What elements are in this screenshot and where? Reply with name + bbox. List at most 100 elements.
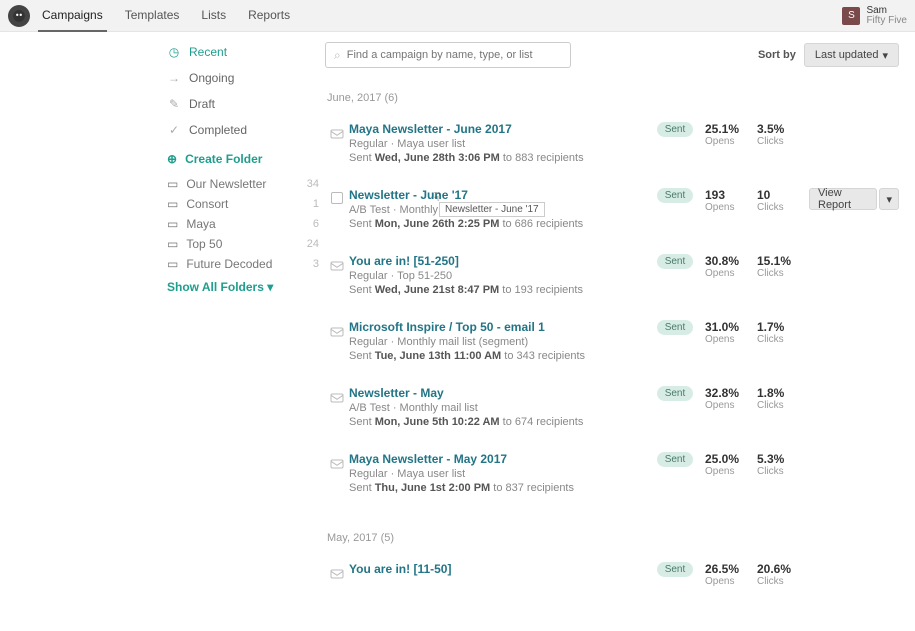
arrow-right-icon: → bbox=[167, 71, 181, 85]
folder-icon: ▭ bbox=[167, 197, 178, 211]
check-icon: ✓ bbox=[167, 123, 181, 137]
nav-reports[interactable]: Reports bbox=[244, 0, 294, 32]
user-menu[interactable]: S Sam Fifty Five bbox=[842, 6, 907, 26]
folder-maya[interactable]: ▭ Maya 6 bbox=[167, 214, 325, 234]
folder-count: 34 bbox=[307, 178, 325, 190]
filter-completed[interactable]: ✓ Completed bbox=[167, 120, 325, 140]
opens-label: Opens bbox=[705, 576, 757, 587]
campaign-title[interactable]: You are in! [11-50] bbox=[349, 562, 645, 576]
envelope-icon bbox=[329, 390, 345, 409]
campaign-title[interactable]: Microsoft Inspire / Top 50 - email 1 bbox=[349, 320, 645, 334]
sort-dropdown[interactable]: Last updated ▾ bbox=[804, 43, 899, 67]
section-label-may: May, 2017 (5) bbox=[327, 532, 899, 544]
search-container: ⌕ bbox=[325, 42, 571, 68]
search-icon: ⌕ bbox=[334, 48, 341, 63]
campaign-row: Microsoft Inspire / Top 50 - email 1Regu… bbox=[325, 310, 899, 376]
folder-count: 1 bbox=[313, 198, 325, 210]
chevron-down-icon: ▾ bbox=[267, 280, 273, 294]
clicks-value: 3.5% bbox=[757, 122, 809, 136]
view-report-button[interactable]: View Report bbox=[809, 188, 877, 210]
clicks-label: Clicks bbox=[757, 136, 809, 147]
clicks-value: 10 bbox=[757, 188, 809, 202]
nav-campaigns[interactable]: Campaigns bbox=[38, 0, 107, 32]
clicks-value: 1.8% bbox=[757, 386, 809, 400]
section-label-june: June, 2017 (6) bbox=[327, 92, 899, 104]
opens-value: 25.1% bbox=[705, 122, 757, 136]
status-badge: Sent bbox=[657, 452, 694, 467]
status-badge: Sent bbox=[657, 320, 694, 335]
folder-top50[interactable]: ▭ Top 50 24 bbox=[167, 234, 325, 254]
opens-value: 25.0% bbox=[705, 452, 757, 466]
filter-label: Ongoing bbox=[189, 71, 234, 85]
folder-count: 24 bbox=[307, 238, 325, 250]
row-checkbox[interactable] bbox=[331, 192, 343, 204]
opens-value: 32.8% bbox=[705, 386, 757, 400]
status-badge: Sent bbox=[657, 122, 694, 137]
folder-label: Future Decoded bbox=[186, 257, 272, 271]
create-folder-button[interactable]: ⊕ Create Folder bbox=[167, 152, 325, 166]
opens-value: 26.5% bbox=[705, 562, 757, 576]
clicks-label: Clicks bbox=[757, 576, 809, 587]
campaign-meta: Regular · Maya user list bbox=[349, 138, 645, 150]
filter-label: Recent bbox=[189, 45, 227, 59]
campaign-row: Newsletter - MayA/B Test · Monthly mail … bbox=[325, 376, 899, 442]
app-logo[interactable] bbox=[8, 5, 30, 27]
campaign-row: Newsletter - June '17A/B Test · Monthly … bbox=[325, 178, 899, 244]
clicks-label: Clicks bbox=[757, 202, 809, 213]
envelope-icon bbox=[329, 456, 345, 475]
envelope-icon bbox=[329, 566, 345, 585]
hover-tooltip: Newsletter - June '17 bbox=[439, 202, 545, 217]
monkey-icon bbox=[12, 9, 26, 23]
filter-recent[interactable]: ◷ Recent bbox=[167, 42, 325, 62]
clicks-value: 5.3% bbox=[757, 452, 809, 466]
nav-templates[interactable]: Templates bbox=[121, 0, 184, 32]
nav-lists[interactable]: Lists bbox=[197, 0, 230, 32]
folder-our-newsletter[interactable]: ▭ Our Newsletter 34 bbox=[167, 174, 325, 194]
campaign-title[interactable]: You are in! [51-250] bbox=[349, 254, 645, 268]
envelope-icon bbox=[329, 258, 345, 277]
campaign-title[interactable]: Newsletter - May bbox=[349, 386, 645, 400]
folder-icon: ▭ bbox=[167, 237, 178, 251]
clicks-value: 1.7% bbox=[757, 320, 809, 334]
folder-icon: ▭ bbox=[167, 257, 178, 271]
show-all-label: Show All Folders bbox=[167, 280, 264, 294]
clicks-label: Clicks bbox=[757, 400, 809, 411]
folder-consort[interactable]: ▭ Consort 1 bbox=[167, 194, 325, 214]
campaign-sent-line: Sent Thu, June 1st 2:00 PM to 837 recipi… bbox=[349, 482, 645, 494]
campaign-sent-line: Sent Tue, June 13th 11:00 AM to 343 reci… bbox=[349, 350, 645, 362]
status-badge: Sent bbox=[657, 562, 694, 577]
pencil-icon: ✎ bbox=[167, 97, 181, 111]
campaign-row: Maya Newsletter - May 2017Regular · Maya… bbox=[325, 442, 899, 508]
main-nav: Campaigns Templates Lists Reports bbox=[38, 0, 294, 32]
status-badge: Sent bbox=[657, 188, 694, 203]
folder-label: Consort bbox=[186, 197, 228, 211]
status-badge: Sent bbox=[657, 386, 694, 401]
campaign-sent-line: Sent Wed, June 28th 3:06 PM to 883 recip… bbox=[349, 152, 645, 164]
filter-label: Draft bbox=[189, 97, 215, 111]
folder-icon: ▭ bbox=[167, 177, 178, 191]
row-actions-dropdown[interactable]: ▾ bbox=[879, 188, 899, 210]
status-badge: Sent bbox=[657, 254, 694, 269]
filter-ongoing[interactable]: → Ongoing bbox=[167, 68, 325, 88]
campaign-title[interactable]: Maya Newsletter - May 2017 bbox=[349, 452, 645, 466]
clock-icon: ◷ bbox=[167, 45, 181, 59]
folder-future-decoded[interactable]: ▭ Future Decoded 3 bbox=[167, 254, 325, 274]
campaign-title[interactable]: Newsletter - June '17 bbox=[349, 188, 645, 202]
opens-label: Opens bbox=[705, 136, 757, 147]
opens-label: Opens bbox=[705, 268, 757, 279]
folder-count: 6 bbox=[313, 218, 325, 230]
folder-count: 3 bbox=[313, 258, 325, 270]
search-input[interactable] bbox=[347, 49, 562, 61]
opens-label: Opens bbox=[705, 202, 757, 213]
topbar: Campaigns Templates Lists Reports S Sam … bbox=[0, 0, 915, 32]
user-meta: Sam Fifty Five bbox=[866, 6, 907, 26]
campaign-row: You are in! [11-50]Sent26.5%Opens20.6%Cl… bbox=[325, 552, 899, 601]
campaign-meta: Regular · Top 51-250 bbox=[349, 270, 645, 282]
campaign-title[interactable]: Maya Newsletter - June 2017 bbox=[349, 122, 645, 136]
opens-label: Opens bbox=[705, 400, 757, 411]
filter-draft[interactable]: ✎ Draft bbox=[167, 94, 325, 114]
show-all-folders[interactable]: Show All Folders ▾ bbox=[167, 280, 325, 294]
chevron-down-icon: ▾ bbox=[882, 49, 888, 62]
campaign-sent-line: Sent Wed, June 21st 8:47 PM to 193 recip… bbox=[349, 284, 645, 296]
clicks-label: Clicks bbox=[757, 334, 809, 345]
